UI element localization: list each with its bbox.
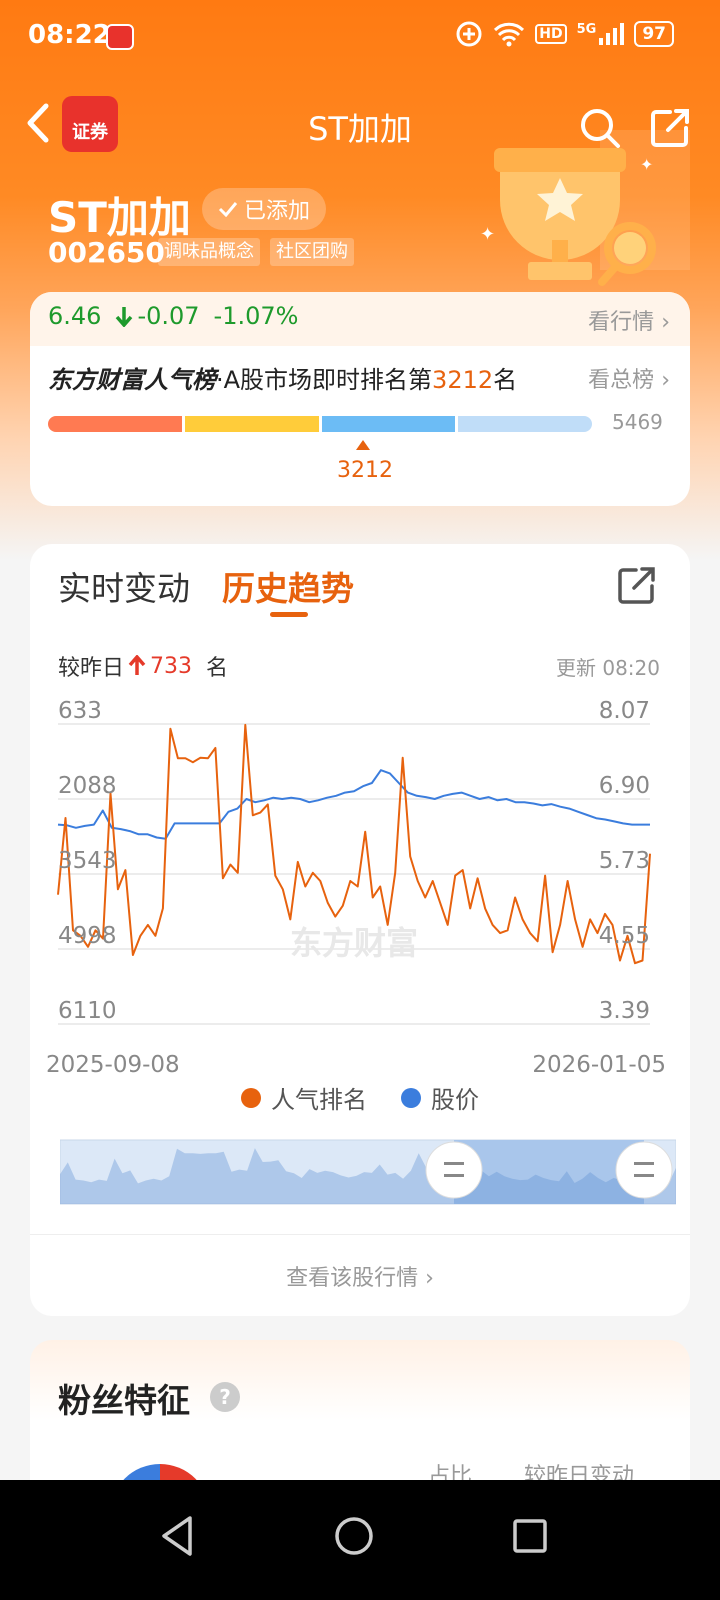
view-quote-link[interactable]: 看行情 › — [588, 304, 670, 336]
plus-circle-icon — [456, 21, 482, 47]
status-bar: 08:22 HD 5G 97 — [0, 0, 720, 80]
wifi-icon — [494, 22, 525, 47]
y-right-tick-label: 8.07 — [599, 698, 650, 724]
change-value: 733 — [150, 653, 193, 679]
trend-card: 实时变动 历史趋势 较昨日 733 名 更新 08:20 东方财富 633 8.07… — [30, 544, 690, 1316]
x-tick-label: 2025-09-08 — [46, 1052, 180, 1074]
y-left-tick-label: 3543 — [58, 848, 117, 874]
view-all-rank-link[interactable]: 看总榜 › — [588, 362, 670, 394]
watermark: 东方财富 — [290, 924, 418, 962]
chevron-right-icon: › — [661, 368, 670, 393]
slider-left-handle[interactable] — [425, 1141, 483, 1199]
status-time: 08:22 — [28, 20, 111, 50]
updated-time: 更新 08:20 — [556, 656, 660, 680]
y-right-tick-label: 4.55 — [599, 923, 650, 949]
change-unit: 名 — [206, 656, 229, 681]
signal-icon — [599, 23, 625, 45]
y-right-tick-label: 5.73 — [599, 848, 650, 874]
y-left-tick-label: 6110 — [58, 998, 117, 1024]
rank-card: 6.46 -0.07 -1.07% 看行情 › 东方财富人气榜·A股市场即时排名… — [30, 292, 690, 506]
help-icon[interactable]: ? — [210, 1382, 240, 1412]
added-to-watchlist-button[interactable]: 已添加 — [202, 188, 326, 230]
handle-grip-icon — [444, 1174, 464, 1177]
handle-grip-icon — [634, 1174, 654, 1177]
view-stock-quote-label: 查看该股行情 — [286, 1266, 419, 1291]
stock-code: 002650 — [48, 236, 165, 269]
view-all-rank-label: 看总榜 — [588, 368, 655, 393]
rank-current: 3212 — [337, 458, 393, 483]
legend-label: 人气排名 — [271, 1086, 367, 1114]
rank-total: 5469 — [612, 410, 663, 434]
price: 6.46 — [48, 302, 102, 330]
legend-dot — [401, 1087, 421, 1108]
divider — [30, 1234, 690, 1235]
system-nav-bar — [0, 1480, 720, 1600]
series-line-price — [57, 769, 650, 840]
slider-right-handle[interactable] — [615, 1141, 673, 1199]
system-recents-icon[interactable] — [500, 1506, 560, 1566]
concept-tag[interactable]: 调味品概念 — [158, 238, 260, 266]
x-tick-label: 2026-01-05 — [532, 1052, 666, 1074]
change-group: -0.07 — [115, 302, 200, 330]
rank-bar-segment — [48, 416, 182, 432]
svg-text:✦: ✦ — [640, 155, 653, 174]
rank-bar-segment — [184, 416, 319, 432]
y-right-tick-label: 3.39 — [599, 998, 650, 1024]
quote-values: 6.46 -0.07 -1.07% — [48, 302, 298, 330]
rank-text-suffix: 名 — [493, 366, 518, 394]
arrow-up-icon — [128, 655, 146, 675]
network-label: 5G — [577, 22, 625, 46]
y-left-tick-label: 2088 — [58, 773, 117, 799]
y-left-tick-label: 4998 — [58, 923, 117, 949]
legend-dot — [241, 1087, 261, 1108]
status-icons: HD 5G 97 — [455, 20, 674, 48]
change-label: 较昨日 — [58, 656, 125, 681]
y-left-tick-label: 633 — [58, 698, 102, 724]
rank-progress-bar — [48, 416, 592, 432]
chevron-right-icon: › — [425, 1266, 434, 1291]
chevron-right-icon: › — [661, 310, 670, 335]
legend-price[interactable]: 股价 — [401, 1080, 479, 1115]
handle-grip-icon — [444, 1162, 464, 1165]
trend-chart: 东方财富 633 8.07 2088 6.90 3543 5.73 4998 4.55 6110 3… — [46, 698, 666, 1074]
price-change-pct: -1.07% — [213, 302, 299, 330]
trophy-illustration: ✦ ✦ — [480, 130, 690, 286]
system-back-icon[interactable] — [148, 1506, 208, 1566]
rank-marker-icon — [356, 440, 370, 450]
arrow-down-icon — [116, 307, 133, 327]
view-quote-label: 看行情 — [588, 310, 655, 335]
rank-line: 东方财富人气榜·A股市场即时排名第3212名 — [48, 360, 517, 395]
hd-icon: HD — [535, 24, 567, 44]
network-type: 5G — [576, 22, 597, 37]
chart-legend: 人气排名 股价 — [30, 1080, 690, 1115]
price-change: -0.07 — [137, 302, 200, 330]
rank-change-line: 较昨日 733 名 — [58, 650, 228, 682]
y-right-tick-label: 6.90 — [599, 773, 650, 799]
quote-row[interactable]: 6.46 -0.07 -1.07% 看行情 › — [30, 292, 690, 346]
battery-icon: 97 — [634, 21, 674, 47]
app-notification-icon — [106, 24, 134, 50]
legend-label: 股价 — [431, 1086, 479, 1114]
rank-bar-segment — [458, 416, 592, 432]
handle-grip-icon — [634, 1162, 654, 1165]
added-label: 已添加 — [243, 199, 310, 224]
svg-text:✦: ✦ — [480, 224, 495, 245]
rank-brand: 东方财富人气榜 — [48, 366, 216, 394]
range-slider[interactable] — [60, 1136, 676, 1210]
tab-realtime[interactable]: 实时变动 — [58, 562, 190, 610]
view-stock-quote-link[interactable]: 查看该股行情 › — [30, 1260, 690, 1292]
fans-title: 粉丝特征 — [58, 1381, 190, 1420]
active-tab-indicator — [270, 612, 308, 617]
rank-bar-segment — [321, 416, 456, 432]
concept-tag[interactable]: 社区团购 — [270, 238, 354, 266]
system-home-icon[interactable] — [324, 1506, 384, 1566]
check-icon — [218, 202, 238, 217]
legend-rank[interactable]: 人气排名 — [241, 1080, 367, 1115]
tab-history[interactable]: 历史趋势 — [222, 562, 354, 610]
rank-text-prefix: ·A股市场即时排名第 — [216, 366, 433, 394]
rank-number: 3212 — [432, 366, 494, 394]
share-icon[interactable] — [614, 564, 658, 608]
